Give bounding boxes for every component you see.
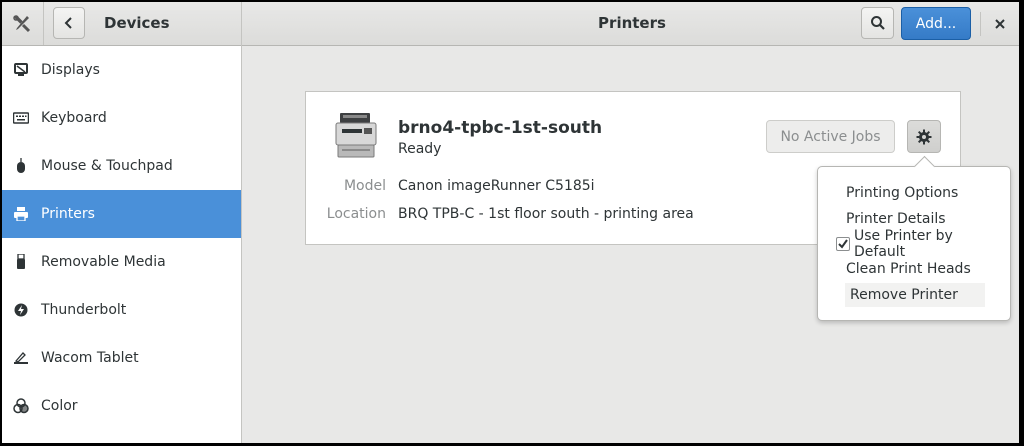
tools-icon [12,14,32,34]
sidebar: Displays Keyboard Mouse & Touchpad Print… [2,46,242,443]
sidebar-item-removable-media[interactable]: Removable Media [2,238,241,286]
chevron-left-icon [64,17,72,29]
tablet-icon [13,350,29,366]
sidebar-item-wacom-tablet[interactable]: Wacom Tablet [2,334,241,382]
header-bar: Devices Printers Add... [2,2,1019,46]
printer-name: brno4-tpbc-1st-south [398,118,603,138]
sidebar-item-displays[interactable]: Displays [2,46,241,94]
header-separator [43,2,44,45]
active-jobs-button[interactable]: No Active Jobs [766,120,895,153]
model-value: Canon imageRunner C5185i [398,178,595,194]
gear-icon [916,129,932,144]
add-printer-button[interactable]: Add... [901,7,971,40]
default-printer-checkbox[interactable] [836,237,850,251]
panel-group-title: Devices [104,14,170,32]
printer-settings-button[interactable] [907,120,941,153]
sidebar-item-thunderbolt[interactable]: Thunderbolt [2,286,241,334]
close-button[interactable] [988,12,1012,36]
sidebar-item-label: Thunderbolt [41,302,127,318]
location-value: BRQ TPB-C - 1st floor south - printing a… [398,206,694,222]
usb-icon [13,254,29,270]
search-icon [870,16,885,30]
sidebar-item-label: Keyboard [41,110,107,126]
mouse-icon [13,158,29,174]
printer-options-menu: Printing Options Printer Details Use Pri… [817,155,1011,321]
keyboard-icon [13,110,29,126]
model-label: Model [343,178,386,194]
sidebar-item-mouse-touchpad[interactable]: Mouse & Touchpad [2,142,241,190]
display-icon [13,62,29,78]
search-button[interactable] [861,7,894,39]
close-icon [995,19,1005,29]
printer-icon [13,206,29,222]
sidebar-item-printers[interactable]: Printers [2,190,241,238]
sidebar-item-label: Printers [41,206,95,222]
printer-status: Ready [398,141,442,157]
back-button[interactable] [53,7,85,39]
header-separator-right [980,12,981,36]
menu-item-printing-options[interactable]: Printing Options [846,181,984,205]
sidebar-item-label: Removable Media [41,254,166,270]
printer-device-icon [334,111,378,159]
checkmark-icon [838,239,848,249]
location-label: Location [326,206,386,222]
sidebar-item-color[interactable]: Color [2,382,241,430]
menu-item-clean-print-heads[interactable]: Clean Print Heads [846,257,984,281]
header-left-section: Devices [2,2,242,46]
sidebar-item-label: Wacom Tablet [41,350,139,366]
sidebar-item-label: Mouse & Touchpad [41,158,173,174]
sidebar-item-label: Color [41,398,78,414]
menu-item-remove-printer[interactable]: Remove Printer [845,283,985,307]
sidebar-item-keyboard[interactable]: Keyboard [2,94,241,142]
settings-window: Devices Printers Add... Displays Keyboar… [2,2,1019,443]
sidebar-item-label: Displays [41,62,100,78]
menu-item-use-printer-by-default[interactable]: Use Printer by Default [854,228,992,260]
thunderbolt-icon [13,302,29,318]
color-icon [13,398,29,414]
